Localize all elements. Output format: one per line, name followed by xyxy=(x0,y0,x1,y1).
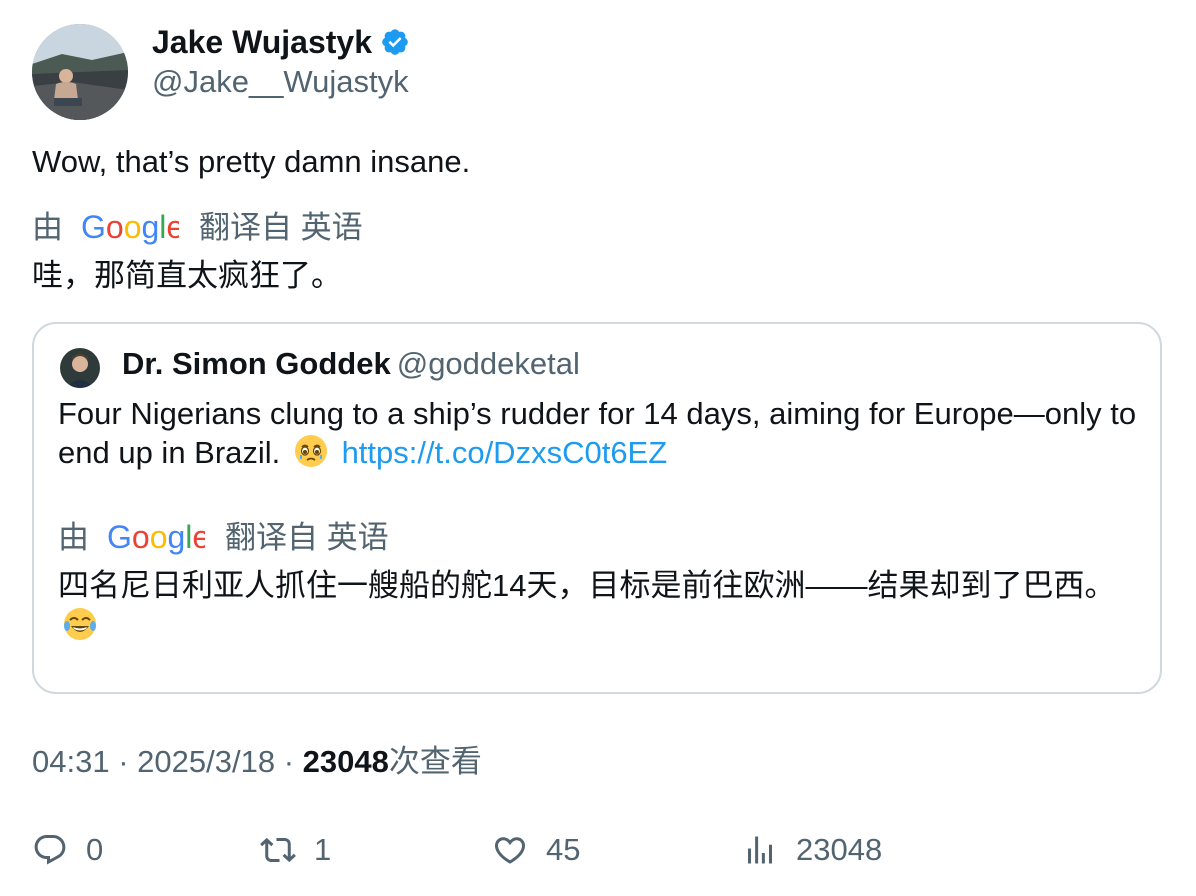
quoted-translation-attribution: 由 Google 翻译自 英语 xyxy=(58,518,389,558)
tweet-text: Wow, that’s pretty damn insane. xyxy=(32,144,471,179)
quoted-tweet-card[interactable]: Dr. Simon Goddek @goddeketal Four Nigeria… xyxy=(32,322,1162,694)
tweet-time[interactable]: 04:31 xyxy=(32,744,110,779)
author-avatar[interactable] xyxy=(32,24,128,120)
google-logo: Google xyxy=(81,209,179,245)
reply-icon xyxy=(34,835,66,865)
analytics-icon xyxy=(748,836,772,864)
meta-separator: · xyxy=(283,744,295,779)
view-count: 23048 xyxy=(302,744,389,779)
views-count: 23048 xyxy=(796,832,883,867)
translated-tweet-text: 哇，那简直太疯狂了。 xyxy=(32,258,342,293)
author-handle[interactable]: @Jake__Wujastyk xyxy=(152,62,409,102)
quoted-tweet-link[interactable]: https://t.co/DzxsC0t6EZ xyxy=(342,435,668,470)
author-name-text[interactable]: Jake Wujastyk xyxy=(152,24,372,60)
quoted-translated-from-label: 翻译自 英语 xyxy=(225,520,389,555)
quoted-translated-text-body: 四名尼日利亚人抓住一艘船的舵14天，目标是前往欧洲——结果却到了巴西。 xyxy=(58,568,1116,603)
author-name[interactable]: Jake Wujastyk xyxy=(152,22,410,62)
reply-count: 0 xyxy=(86,832,104,867)
views-button[interactable]: 23048 xyxy=(742,828,882,872)
like-button[interactable]: 45 xyxy=(492,828,580,872)
quoted-author-header[interactable]: Dr. Simon Goddek @goddeketal xyxy=(122,344,580,384)
translated-from-label: 翻译自 英语 xyxy=(199,210,363,245)
heart-icon xyxy=(494,837,526,864)
reply-button[interactable]: 0 xyxy=(32,828,103,872)
verified-badge-icon xyxy=(382,29,408,55)
quoted-author-name[interactable]: Dr. Simon Goddek xyxy=(122,346,391,381)
quoted-author-handle[interactable]: @goddeketal xyxy=(397,346,580,381)
translated-by-label: 由 xyxy=(32,210,63,245)
tweet-meta: 04:31 · 2025/3/18 · 23048次查看 xyxy=(32,742,482,782)
svg-text:Google: Google xyxy=(107,519,205,555)
retweet-button[interactable]: 1 xyxy=(260,828,331,872)
tears-of-joy-emoji-icon xyxy=(64,608,96,640)
quoted-author-avatar[interactable] xyxy=(60,348,100,388)
quoted-tweet-text: Four Nigerians clung to a ship’s rudder … xyxy=(58,394,1148,472)
translation-attribution: 由 Google 翻译自 英语 xyxy=(32,208,363,248)
quoted-translated-by-label: 由 xyxy=(58,520,89,555)
quoted-translated-text: 四名尼日利亚人抓住一艘船的舵14天，目标是前往欧洲——结果却到了巴西。 xyxy=(58,566,1118,646)
tweet-date[interactable]: 2025/3/18 xyxy=(137,744,275,779)
like-count: 45 xyxy=(546,832,581,867)
retweet-count: 1 xyxy=(314,832,332,867)
google-logo: Google xyxy=(107,519,205,555)
meta-separator: · xyxy=(118,744,129,779)
holding-back-tears-emoji-icon xyxy=(294,435,327,467)
svg-text:Google: Google xyxy=(81,209,179,245)
retweet-icon xyxy=(260,837,296,863)
view-count-suffix: 次查看 xyxy=(388,744,482,779)
